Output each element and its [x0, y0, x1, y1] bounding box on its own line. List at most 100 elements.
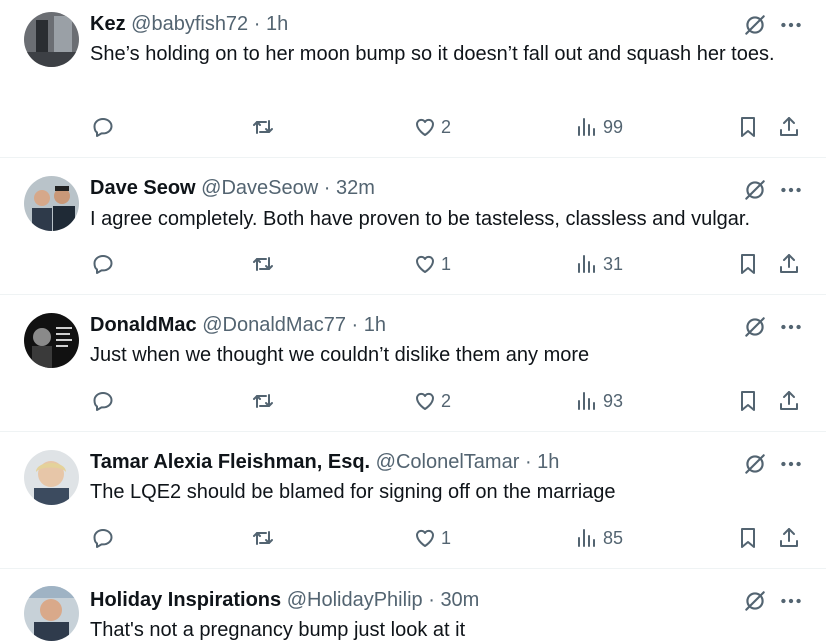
more-options-icon[interactable]: [778, 314, 804, 340]
tweet-header: DonaldMac @DonaldMac77 · 1h: [90, 313, 726, 337]
tweet[interactable]: DonaldMac @DonaldMac77 · 1h Just when we…: [0, 295, 826, 432]
view-count: 85: [603, 527, 624, 548]
grok-icon[interactable]: [742, 314, 768, 340]
timestamp[interactable]: 32m: [336, 177, 375, 199]
tweet-actions: 1 85: [0, 524, 826, 552]
reply-icon: [93, 529, 113, 548]
views-button[interactable]: 85: [575, 524, 623, 552]
avatar[interactable]: [24, 313, 79, 368]
views-button[interactable]: 31: [575, 250, 623, 278]
repost-button[interactable]: [251, 250, 275, 278]
like-button[interactable]: 2: [413, 113, 451, 141]
tweet-actions: 2 93: [0, 387, 826, 415]
display-name[interactable]: Holiday Inspirations: [90, 589, 281, 611]
grok-icon[interactable]: [742, 451, 768, 477]
tweet-header: Tamar Alexia Fleishman, Esq. @ColonelTam…: [90, 450, 726, 474]
tweet[interactable]: Dave Seow @DaveSeow · 32m I agree comple…: [0, 158, 826, 295]
like-button[interactable]: 2: [413, 387, 451, 415]
bookmark-button[interactable]: [736, 250, 760, 278]
share-button[interactable]: [777, 113, 801, 141]
tweet[interactable]: Kez @babyfish72 · 1h She’s holding on to…: [0, 0, 826, 158]
reply-button[interactable]: [91, 250, 115, 278]
share-button[interactable]: [777, 524, 801, 552]
reply-button[interactable]: [91, 113, 115, 141]
views-icon: [578, 392, 595, 410]
tweet-text: Just when we thought we couldn’t dislike…: [90, 344, 590, 366]
user-handle[interactable]: @DaveSeow: [201, 177, 318, 199]
timestamp[interactable]: 1h: [537, 451, 559, 473]
separator-dot: ·: [351, 314, 359, 336]
views-icon: [578, 255, 595, 273]
tweet-text: The LQE2 should be blamed for signing of…: [90, 481, 616, 503]
display-name[interactable]: Dave Seow: [90, 177, 196, 199]
grok-icon[interactable]: [742, 12, 768, 38]
bookmark-button[interactable]: [736, 387, 760, 415]
view-count: 93: [603, 390, 624, 411]
more-options-icon[interactable]: [778, 451, 804, 477]
display-name[interactable]: DonaldMac: [90, 314, 197, 336]
repost-button[interactable]: [251, 113, 275, 141]
separator-dot: ·: [323, 177, 331, 199]
display-name[interactable]: Tamar Alexia Fleishman, Esq.: [90, 451, 370, 473]
separator-dot: ·: [524, 451, 532, 473]
bookmark-icon: [741, 117, 755, 137]
more-options-icon[interactable]: [778, 177, 804, 203]
more-options-icon[interactable]: [778, 12, 804, 38]
more-options-icon[interactable]: [778, 588, 804, 614]
grok-icon[interactable]: [742, 177, 768, 203]
timestamp[interactable]: 30m: [440, 589, 479, 611]
like-button[interactable]: 1: [413, 250, 451, 278]
bookmark-icon: [741, 254, 755, 274]
like-count: 1: [441, 527, 452, 548]
repost-button[interactable]: [251, 387, 275, 415]
tweet-text: I agree completely. Both have proven to …: [90, 208, 750, 230]
tweet[interactable]: Holiday Inspirations @HolidayPhilip · 30…: [0, 569, 826, 643]
grok-icon[interactable]: [742, 588, 768, 614]
views-button[interactable]: 99: [575, 113, 623, 141]
avatar[interactable]: [24, 12, 79, 67]
user-handle[interactable]: @HolidayPhilip: [287, 589, 423, 611]
tweet-actions: 1 31: [0, 250, 826, 278]
bookmark-button[interactable]: [736, 524, 760, 552]
share-button[interactable]: [777, 250, 801, 278]
display-name[interactable]: Kez: [90, 13, 126, 35]
user-handle[interactable]: @DonaldMac77: [202, 314, 346, 336]
like-count: 1: [441, 253, 452, 274]
separator-dot: ·: [253, 13, 261, 35]
tweet[interactable]: Tamar Alexia Fleishman, Esq. @ColonelTam…: [0, 432, 826, 569]
share-icon: [780, 117, 798, 136]
share-icon: [780, 254, 798, 273]
share-icon: [780, 528, 798, 547]
like-button[interactable]: 1: [413, 524, 451, 552]
repost-icon: [253, 531, 273, 545]
repost-icon: [253, 120, 273, 134]
heart-icon: [416, 392, 434, 410]
bookmark-icon: [741, 528, 755, 548]
views-icon: [578, 529, 595, 547]
reply-button[interactable]: [91, 387, 115, 415]
view-count: 31: [603, 253, 624, 274]
tweet-header: Dave Seow @DaveSeow · 32m: [90, 176, 726, 200]
heart-icon: [416, 118, 434, 136]
views-icon: [578, 118, 595, 136]
timestamp[interactable]: 1h: [364, 314, 386, 336]
timestamp[interactable]: 1h: [266, 13, 288, 35]
tweet-text: She’s holding on to her moon bump so it …: [90, 43, 775, 65]
tweet-header: Kez @babyfish72 · 1h: [90, 12, 726, 36]
avatar[interactable]: [24, 586, 79, 641]
user-handle[interactable]: @babyfish72: [131, 13, 248, 35]
share-button[interactable]: [777, 387, 801, 415]
bookmark-icon: [741, 391, 755, 411]
tweet-text: That's not a pregnancy bump just look at…: [90, 619, 466, 641]
repost-button[interactable]: [251, 524, 275, 552]
avatar[interactable]: [24, 176, 79, 231]
share-icon: [780, 391, 798, 410]
user-handle[interactable]: @ColonelTamar: [376, 451, 520, 473]
heart-icon: [416, 529, 434, 547]
reply-feed: Kez @babyfish72 · 1h She’s holding on to…: [0, 0, 832, 643]
reply-icon: [93, 255, 113, 274]
reply-button[interactable]: [91, 524, 115, 552]
avatar[interactable]: [24, 450, 79, 505]
bookmark-button[interactable]: [736, 113, 760, 141]
views-button[interactable]: 93: [575, 387, 623, 415]
